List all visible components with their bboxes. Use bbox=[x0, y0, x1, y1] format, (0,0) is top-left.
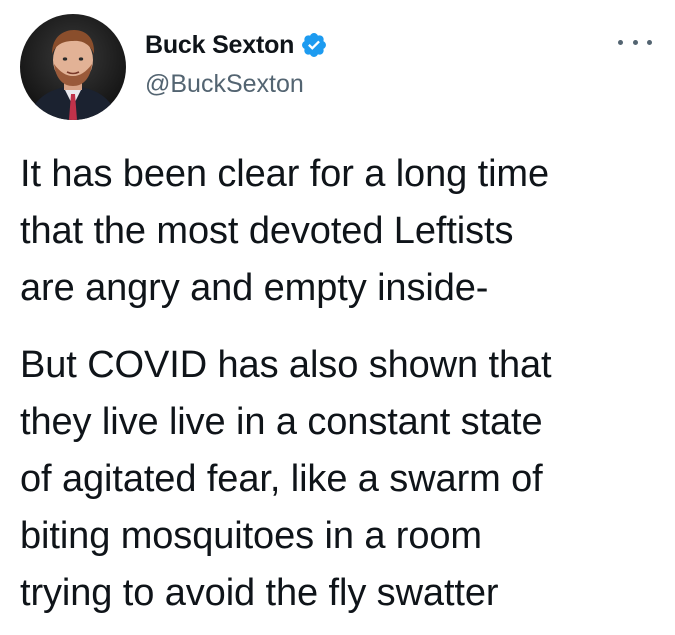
tweet-line: trying to avoid the fly swatter bbox=[20, 572, 499, 614]
more-options-button[interactable] bbox=[618, 32, 652, 52]
tweet-header: Buck Sexton @BuckSexton bbox=[20, 14, 660, 124]
verified-badge-icon bbox=[300, 31, 328, 59]
ellipsis-dot-icon bbox=[647, 39, 652, 45]
tweet-line: But COVID has also shown that bbox=[20, 344, 552, 386]
author-display-name[interactable]: Buck Sexton bbox=[145, 31, 294, 60]
tweet-line: are angry and empty inside- bbox=[20, 267, 489, 309]
ellipsis-dot-icon bbox=[618, 39, 623, 45]
tweet-paragraph: It has been clear for a long time that t… bbox=[20, 146, 670, 317]
tweet-line: biting mosquitoes in a room bbox=[20, 515, 482, 557]
tweet-line: they live live in a constant state bbox=[20, 401, 543, 443]
tweet-line: of agitated fear, like a swarm of bbox=[20, 458, 543, 500]
name-row: Buck Sexton bbox=[145, 30, 328, 60]
author-block: Buck Sexton @BuckSexton bbox=[145, 30, 328, 99]
tweet-line: that the most devoted Leftists bbox=[20, 210, 514, 252]
profile-photo-icon bbox=[20, 14, 126, 120]
avatar[interactable] bbox=[20, 14, 126, 120]
author-handle[interactable]: @BuckSexton bbox=[145, 70, 328, 99]
ellipsis-dot-icon bbox=[632, 39, 638, 45]
tweet-line: It has been clear for a long time bbox=[20, 153, 549, 195]
tweet-card: Buck Sexton @BuckSexton It has been clea… bbox=[0, 0, 675, 635]
tweet-paragraph: But COVID has also shown that they live … bbox=[20, 337, 670, 622]
tweet-text: It has been clear for a long time that t… bbox=[20, 146, 670, 622]
